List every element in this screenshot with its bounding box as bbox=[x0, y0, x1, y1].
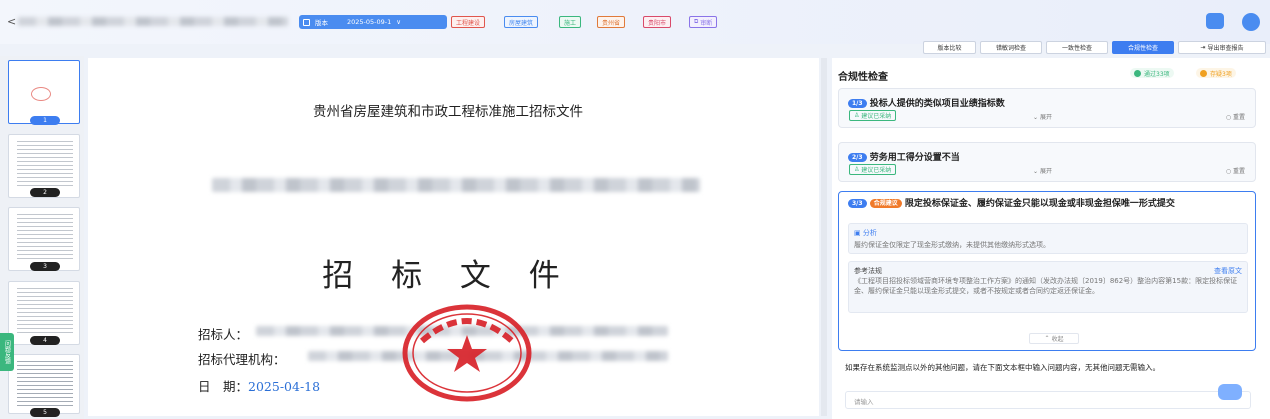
reference-box: 参考法规 查看原文 《工程项目招投标领域营商环境专项整治工作方案》的通知（发改办… bbox=[848, 261, 1248, 313]
tag-0: 工程建设 bbox=[451, 16, 486, 28]
document-scrollbar[interactable] bbox=[821, 58, 827, 416]
view-source-link[interactable]: 查看原文 bbox=[1214, 266, 1242, 276]
tag-3: 贵州省 bbox=[597, 16, 626, 28]
issue-title-text: 投标人提供的类似项目业绩指标数 bbox=[869, 99, 1005, 109]
tenderer-label: 招标人： bbox=[198, 327, 249, 342]
redacted-project-title bbox=[212, 178, 700, 192]
reference-text: 《工程项目招投标领域营商环境专项整治工作方案》的通知（发改办法规〔2019〕86… bbox=[854, 277, 1238, 295]
tag-5-label: 审断 bbox=[700, 19, 713, 27]
chevron-left-icon[interactable]: < bbox=[7, 15, 16, 28]
risk-badge[interactable]: 存疑3项 bbox=[1196, 68, 1236, 78]
analysis-box: ▣ 分析 履约保证金仅限定了现金形式缴纳，未提供其他缴纳形式选项。 bbox=[848, 223, 1248, 254]
reset-button[interactable]: ○ 重置 bbox=[1226, 112, 1245, 121]
document-title: 贵州省房屋建筑和市政工程标准施工招标文件 bbox=[313, 104, 583, 120]
warning-icon bbox=[1200, 69, 1207, 77]
version-label: 版本 bbox=[315, 19, 328, 27]
collapse-button[interactable]: ⌃ 收起 bbox=[1029, 333, 1079, 344]
adopted-badge: ♙ 建议已采纳 bbox=[849, 110, 897, 121]
issue-number: 1/3 bbox=[848, 99, 867, 108]
reference-heading: 参考法规 bbox=[854, 267, 882, 275]
apps-icon[interactable] bbox=[1206, 13, 1224, 29]
feedback-side-tab[interactable]: 问题反馈 bbox=[0, 333, 14, 371]
expand-label: 展开 bbox=[1039, 114, 1052, 121]
version-value: 2025-05-09-1 bbox=[347, 18, 392, 26]
pass-badge[interactable]: 通过33项 bbox=[1130, 68, 1174, 78]
date-value: 2025-04-18 bbox=[248, 379, 321, 394]
top-bar: < 版本 2025-05-09-1 ∨ 工程建设 房屋建筑 施工 贵州省 贵阳市… bbox=[0, 0, 1270, 44]
version-selector[interactable]: 版本 2025-05-09-1 ∨ bbox=[299, 15, 447, 29]
export-report-button[interactable]: ⇥ 导出审查报告 bbox=[1178, 41, 1266, 54]
issue-card-1[interactable]: 1/3 投标人提供的类似项目业绩指标数 ♙ 建议已采纳 ⌄ 展开 ○ 重置 bbox=[838, 88, 1256, 128]
redacted-project-name bbox=[18, 17, 288, 26]
version-icon bbox=[303, 18, 310, 26]
reset-icon: ○ bbox=[1225, 114, 1233, 121]
tag-1: 房屋建筑 bbox=[504, 16, 539, 28]
compliance-panel: 合规性检查 通过33项 存疑3项 1/3 投标人提供的类似项目业绩指标数 ♙ 建… bbox=[832, 58, 1270, 419]
document-viewer: 贵州省房屋建筑和市政工程标准施工招标文件 招 标 文 件 招标人： 招标代理机构… bbox=[88, 58, 819, 416]
export-icon: ⇥ bbox=[1200, 44, 1208, 51]
check-icon bbox=[1134, 69, 1141, 77]
avatar[interactable] bbox=[1242, 13, 1260, 31]
adopted-badge: ♙ 建议已采纳 bbox=[849, 164, 897, 175]
send-icon[interactable] bbox=[1218, 384, 1242, 400]
tag-5: ⧉ 审断 bbox=[689, 16, 718, 28]
pass-badge-label: 通过33项 bbox=[1144, 70, 1170, 78]
adopted-label: 建议已采纳 bbox=[861, 113, 892, 120]
other-issues-input[interactable]: 请输入 bbox=[845, 391, 1251, 409]
analysis-icon: ▣ bbox=[854, 229, 863, 237]
thumb-up-icon: ♙ bbox=[854, 112, 862, 119]
tag-4: 贵阳市 bbox=[643, 16, 672, 28]
issue-card-2[interactable]: 2/3 劳务用工得分设置不当 ♙ 建议已采纳 ⌄ 展开 ○ 重置 bbox=[838, 142, 1256, 182]
compliance-tag: 合规建议 bbox=[869, 199, 902, 208]
issue-title: 3/3 合规建议 限定投标保证金、履约保证金只能以现金或非现金担保唯一形式提交 bbox=[848, 199, 1248, 210]
issue-number: 3/3 bbox=[848, 199, 867, 208]
issue-card-3[interactable]: 3/3 合规建议 限定投标保证金、履约保证金只能以现金或非现金担保唯一形式提交 … bbox=[838, 191, 1256, 351]
analysis-heading: ▣ 分析 bbox=[854, 228, 877, 238]
issue-number: 2/3 bbox=[848, 153, 867, 162]
panel-title: 合规性检查 bbox=[838, 72, 888, 83]
export-report-label: 导出审查报告 bbox=[1207, 45, 1244, 52]
reset-icon: ○ bbox=[1225, 168, 1233, 175]
reset-label: 重置 bbox=[1232, 168, 1245, 175]
document-big-title: 招 标 文 件 bbox=[322, 258, 574, 294]
tag-2: 施工 bbox=[559, 16, 582, 28]
collapse-label: 收起 bbox=[1051, 336, 1064, 343]
reset-button[interactable]: ○ 重置 bbox=[1226, 166, 1245, 175]
seal-icon bbox=[31, 87, 51, 101]
other-issues-note: 如果存在系统监测点以外的其他问题，请在下面文本框中输入问题内容，无其他问题无需输… bbox=[845, 363, 1160, 372]
risk-badge-label: 存疑3项 bbox=[1210, 70, 1232, 78]
date-line: 日 期：2025-04-18 bbox=[198, 376, 320, 395]
page-number: 2 bbox=[30, 188, 60, 197]
issue-title: 2/3 劳务用工得分设置不当 bbox=[848, 150, 960, 163]
sensitive-word-button[interactable]: 错敏词检查 bbox=[980, 41, 1042, 54]
issue-title-text: 劳务用工得分设置不当 bbox=[869, 153, 960, 163]
expand-button[interactable]: ⌄ 展开 bbox=[1033, 112, 1052, 121]
page-number: 1 bbox=[30, 116, 60, 125]
thumbnail-page-1[interactable] bbox=[8, 60, 80, 124]
chevron-down-icon: ∨ bbox=[396, 18, 402, 26]
analysis-text: 履约保证金仅限定了现金形式缴纳，未提供其他缴纳形式选项。 bbox=[854, 241, 1050, 249]
thumb-up-icon: ♙ bbox=[854, 166, 862, 173]
compliance-button[interactable]: 合规性检查 bbox=[1112, 41, 1174, 54]
analysis-label: 分析 bbox=[862, 229, 877, 237]
issue-title-text: 限定投标保证金、履约保证金只能以现金或非现金担保唯一形式提交 bbox=[904, 199, 1175, 209]
official-seal-icon bbox=[402, 304, 532, 402]
page-number: 5 bbox=[30, 408, 60, 417]
agency-label: 招标代理机构： bbox=[198, 352, 286, 367]
adopted-label: 建议已采纳 bbox=[861, 167, 892, 174]
thumbnail-page-5[interactable] bbox=[8, 354, 80, 414]
consistency-button[interactable]: 一致性检查 bbox=[1046, 41, 1108, 54]
expand-button[interactable]: ⌄ 展开 bbox=[1033, 166, 1052, 175]
expand-label: 展开 bbox=[1039, 168, 1052, 175]
page-number: 4 bbox=[30, 336, 60, 345]
issue-title: 1/3 投标人提供的类似项目业绩指标数 bbox=[848, 96, 1005, 109]
page-number: 3 bbox=[30, 262, 60, 271]
reset-label: 重置 bbox=[1232, 114, 1245, 121]
version-compare-button[interactable]: 版本比较 bbox=[923, 41, 976, 54]
date-label: 日 期： bbox=[198, 379, 249, 394]
